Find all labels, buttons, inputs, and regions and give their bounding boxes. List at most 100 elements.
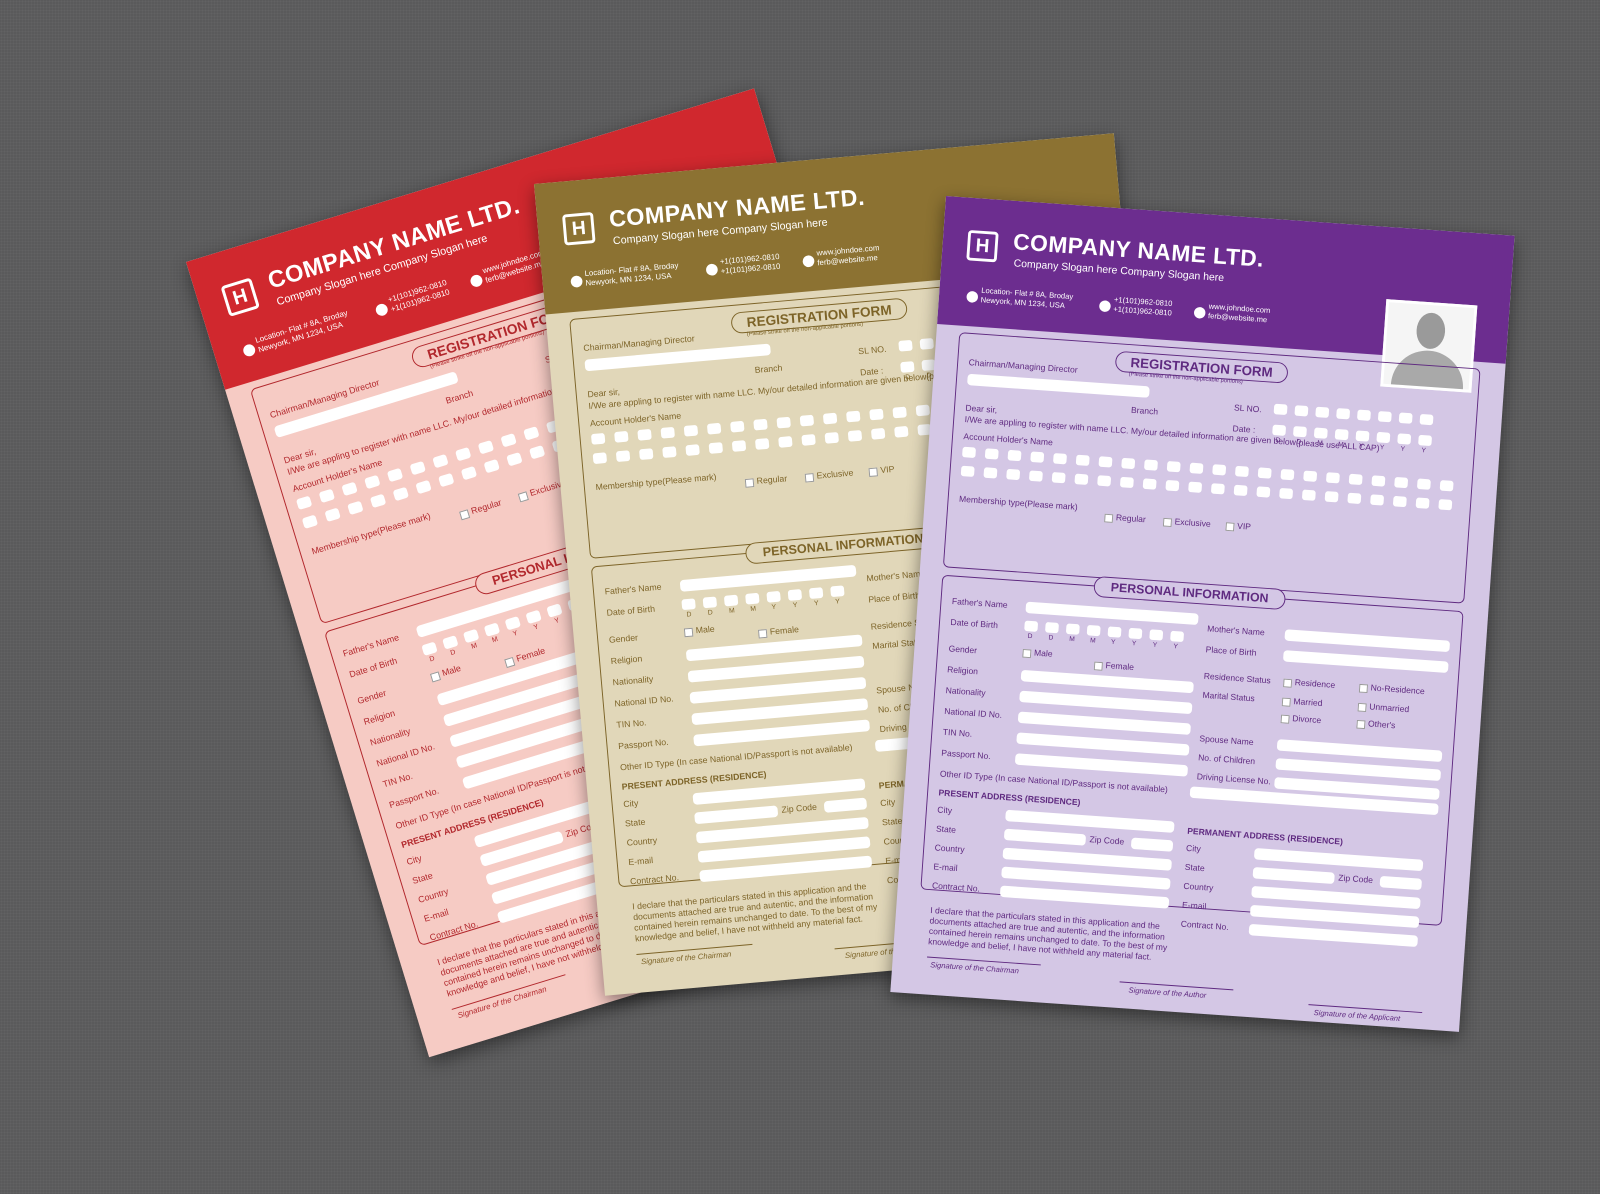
- letter-box[interactable]: [1376, 431, 1391, 444]
- membership-vip-checkbox[interactable]: [1225, 522, 1235, 532]
- letter-box[interactable]: [1074, 473, 1089, 485]
- letter-box[interactable]: [1303, 470, 1318, 482]
- letter-box[interactable]: [824, 431, 840, 444]
- letter-box[interactable]: [822, 412, 838, 425]
- letter-box[interactable]: [1398, 412, 1413, 424]
- letter-box[interactable]: [1006, 468, 1021, 481]
- letter-box[interactable]: [1272, 424, 1287, 436]
- letter-box[interactable]: [1024, 620, 1039, 632]
- letter-box[interactable]: [894, 425, 909, 438]
- letter-box[interactable]: [870, 427, 886, 440]
- letter-box[interactable]: [1086, 624, 1101, 637]
- gender-male-checkbox[interactable]: [683, 627, 694, 638]
- letter-box[interactable]: [1097, 475, 1112, 487]
- residence-checkbox[interactable]: [1283, 678, 1293, 688]
- letter-box[interactable]: [1324, 491, 1339, 503]
- letter-box[interactable]: [1294, 405, 1309, 417]
- membership-vip-checkbox[interactable]: [868, 467, 878, 477]
- letter-box[interactable]: [846, 410, 861, 423]
- letter-box[interactable]: [1348, 473, 1363, 486]
- letter-box[interactable]: [723, 594, 739, 607]
- letter-box[interactable]: [706, 422, 722, 435]
- letter-box[interactable]: [1028, 470, 1043, 482]
- letter-box[interactable]: [1051, 471, 1066, 484]
- letter-box[interactable]: [1377, 410, 1392, 423]
- letter-box[interactable]: [1212, 464, 1227, 476]
- letter-box[interactable]: [1397, 433, 1412, 445]
- letter-box[interactable]: [787, 589, 803, 601]
- letter-box[interactable]: [685, 444, 700, 456]
- letter-box[interactable]: [1439, 480, 1454, 492]
- letter-box[interactable]: [984, 448, 999, 460]
- letter-box[interactable]: [1143, 459, 1158, 471]
- letter-box[interactable]: [592, 452, 608, 465]
- letter-box[interactable]: [1371, 475, 1386, 487]
- letter-box[interactable]: [754, 438, 770, 450]
- divorce-checkbox[interactable]: [1280, 714, 1290, 724]
- letter-box[interactable]: [639, 448, 654, 461]
- letter-box[interactable]: [1419, 413, 1434, 426]
- letter-box[interactable]: [1257, 467, 1272, 479]
- letter-box[interactable]: [919, 337, 934, 350]
- letter-box[interactable]: [683, 424, 699, 437]
- letter-box[interactable]: [1165, 479, 1180, 492]
- letter-box[interactable]: [1188, 481, 1203, 493]
- letter-box[interactable]: [1065, 623, 1080, 635]
- letter-box[interactable]: [1030, 451, 1045, 463]
- letter-box[interactable]: [1234, 465, 1249, 478]
- letter-box[interactable]: [681, 598, 696, 611]
- permanent-contract-field[interactable]: [1248, 923, 1419, 948]
- letter-box[interactable]: [892, 406, 907, 419]
- letter-box[interactable]: [590, 432, 606, 445]
- letter-box[interactable]: [808, 587, 824, 600]
- letter-box[interactable]: [1438, 499, 1453, 511]
- letter-box[interactable]: [1121, 457, 1136, 470]
- letter-box[interactable]: [1128, 627, 1143, 640]
- letter-box[interactable]: [1325, 472, 1340, 484]
- letter-box[interactable]: [1292, 426, 1307, 438]
- letter-box[interactable]: [1098, 456, 1113, 468]
- letter-box[interactable]: [1392, 495, 1407, 508]
- gender-female-checkbox[interactable]: [1093, 661, 1103, 671]
- no-residence-checkbox[interactable]: [1358, 683, 1368, 694]
- letter-box[interactable]: [1210, 483, 1225, 495]
- letter-box[interactable]: [915, 404, 931, 417]
- membership-regular-checkbox[interactable]: [744, 478, 755, 488]
- letter-box[interactable]: [1053, 453, 1067, 465]
- letter-box[interactable]: [1189, 462, 1204, 474]
- letter-box[interactable]: [614, 430, 629, 443]
- letter-box[interactable]: [869, 408, 884, 421]
- letter-box[interactable]: [1313, 427, 1328, 439]
- letter-box[interactable]: [1273, 403, 1288, 416]
- letter-box[interactable]: [962, 446, 977, 459]
- letter-box[interactable]: [1119, 476, 1134, 489]
- letter-box[interactable]: [1142, 478, 1157, 490]
- membership-exclusive-checkbox[interactable]: [1162, 517, 1173, 527]
- letter-box[interactable]: [1355, 430, 1370, 442]
- letter-box[interactable]: [776, 416, 791, 429]
- letter-box[interactable]: [1007, 449, 1022, 462]
- letter-box[interactable]: [637, 428, 652, 441]
- letter-box[interactable]: [1149, 629, 1164, 641]
- letter-box[interactable]: [1356, 409, 1371, 421]
- letter-box[interactable]: [702, 596, 718, 609]
- letter-box[interactable]: [983, 467, 998, 479]
- letter-box[interactable]: [1279, 487, 1294, 500]
- letter-box[interactable]: [1044, 621, 1059, 634]
- letter-box[interactable]: [960, 465, 975, 477]
- letter-box[interactable]: [615, 450, 631, 463]
- letter-box[interactable]: [1416, 478, 1431, 490]
- letter-box[interactable]: [1301, 489, 1316, 501]
- letter-box[interactable]: [847, 429, 863, 442]
- letter-box[interactable]: [799, 414, 815, 427]
- gender-male-checkbox[interactable]: [1022, 648, 1032, 659]
- letter-box[interactable]: [1107, 626, 1122, 638]
- letter-box[interactable]: [662, 446, 677, 458]
- letter-box[interactable]: [1166, 460, 1181, 473]
- letter-box[interactable]: [830, 585, 845, 598]
- letter-box[interactable]: [1233, 484, 1248, 497]
- letter-box[interactable]: [745, 592, 760, 605]
- membership-exclusive-checkbox[interactable]: [804, 473, 815, 483]
- letter-box[interactable]: [1334, 428, 1349, 441]
- letter-box[interactable]: [660, 426, 675, 439]
